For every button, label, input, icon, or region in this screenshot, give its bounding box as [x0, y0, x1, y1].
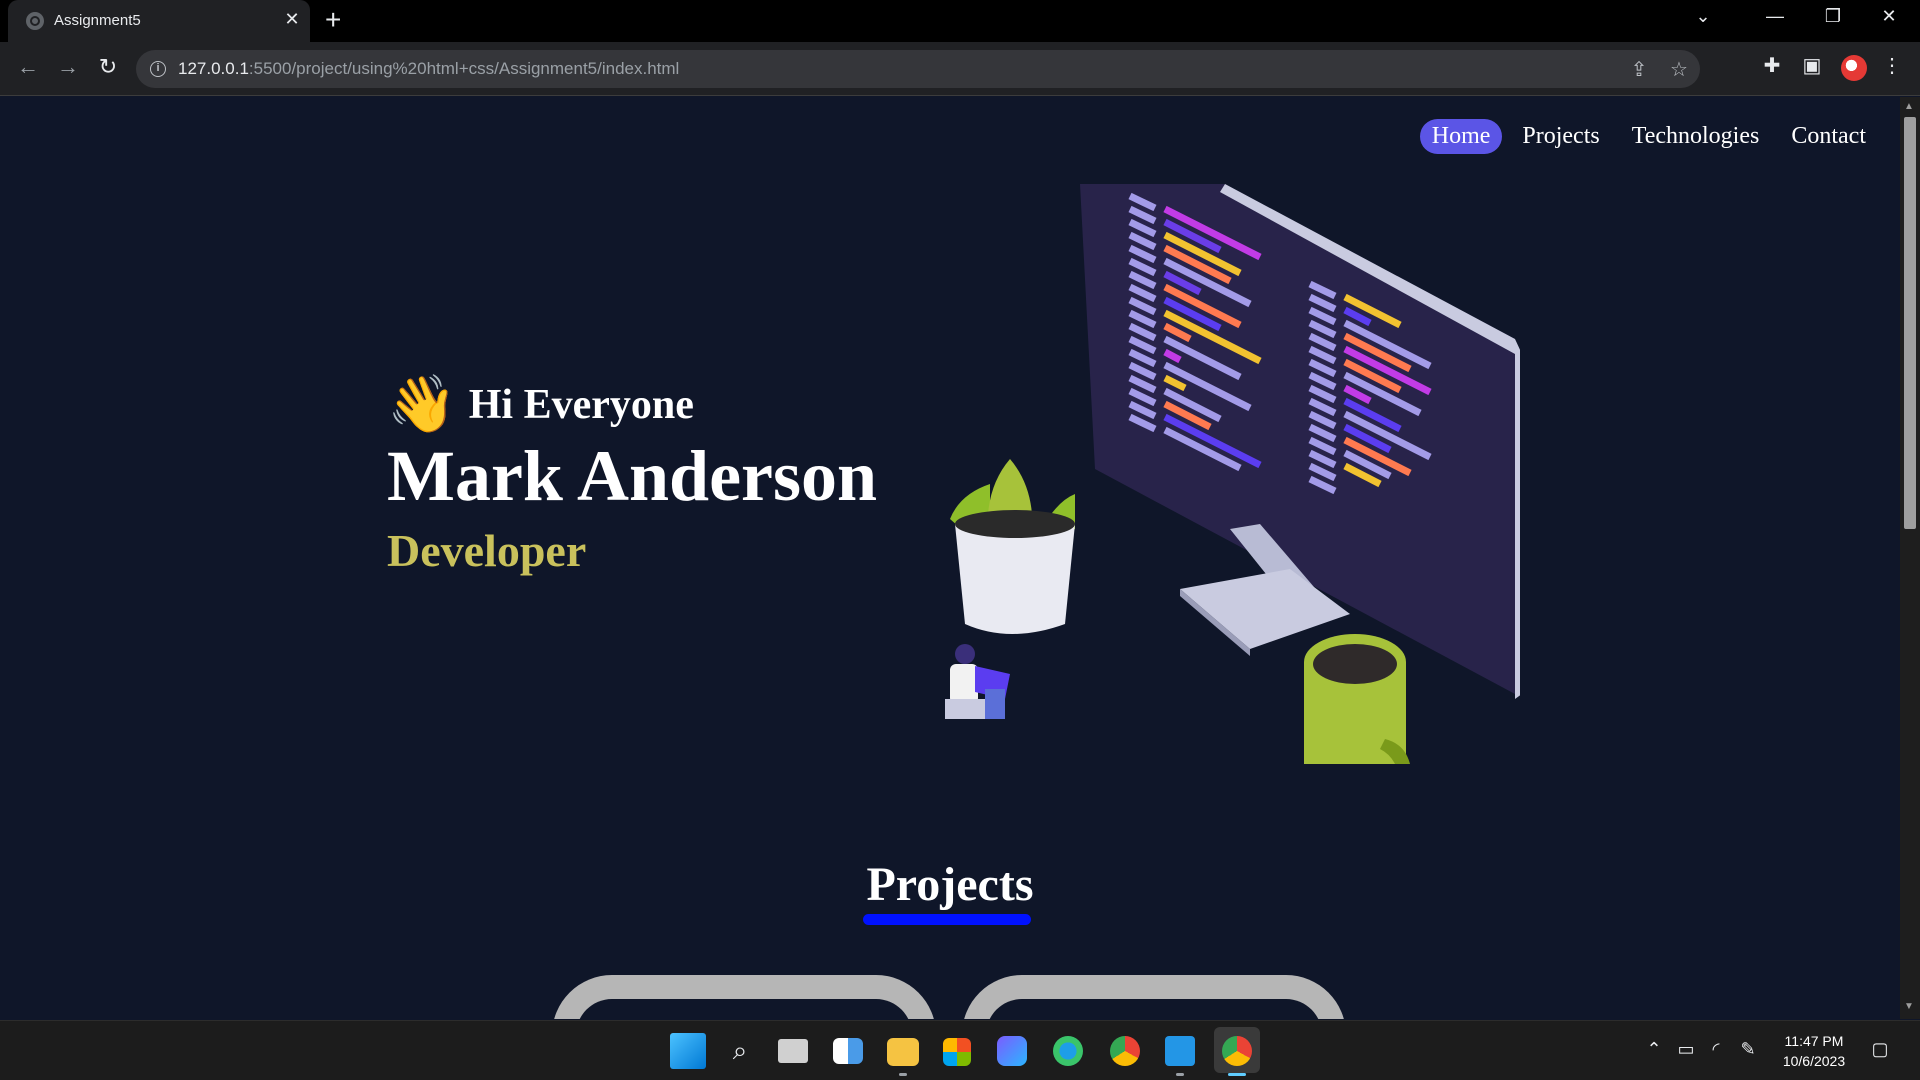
widgets-icon[interactable]	[833, 1038, 863, 1064]
hero-name: Mark Anderson	[387, 436, 878, 516]
battery-icon[interactable]: ▭	[1674, 1039, 1698, 1060]
developer-illustration	[945, 184, 1520, 764]
active-indicator	[1228, 1073, 1246, 1076]
nav-home[interactable]: Home	[1419, 119, 1503, 154]
menu-kebab-icon[interactable]: ⋮	[1878, 53, 1906, 78]
profile-avatar[interactable]	[1841, 55, 1867, 81]
page-scrollbar[interactable]: ▲ ▼	[1900, 97, 1920, 1019]
store-icon[interactable]	[943, 1038, 971, 1066]
new-tab-button[interactable]: +	[325, 4, 341, 36]
chrome-icon[interactable]	[1110, 1036, 1140, 1066]
wifi-icon[interactable]: ◜	[1704, 1039, 1728, 1060]
scroll-down-arrow[interactable]: ▼	[1904, 1001, 1914, 1012]
minimize-button[interactable]: —	[1752, 6, 1798, 27]
chevron-up-icon[interactable]: ⌃	[1642, 1039, 1666, 1060]
url-text[interactable]: 127.0.0.1:5500/project/using%20html+css/…	[178, 59, 679, 79]
greeting: 👋 Hi Everyone	[387, 377, 877, 433]
browser-toolbar: ← → ↻ i 127.0.0.1:5500/project/using%20h…	[0, 42, 1920, 96]
browser-tab-strip: Assignment5 ✕ + ⌄ — ❐ ✕	[0, 0, 1920, 42]
extensions-icon[interactable]: ✚	[1758, 53, 1786, 78]
pen-icon[interactable]: ✎	[1736, 1039, 1760, 1060]
projects-section-title: Projects	[866, 858, 1034, 911]
back-arrow-icon[interactable]: ←	[12, 54, 44, 80]
windows-start-icon[interactable]	[670, 1033, 706, 1069]
hero-text: 👋 Hi Everyone Mark Anderson Developer	[387, 377, 877, 577]
side-panel-icon[interactable]: ▣	[1798, 53, 1826, 78]
project-card[interactable]	[552, 975, 936, 1019]
hero-role: Developer	[387, 525, 587, 576]
page-viewport: Home Projects Technologies Contact 👋 Hi …	[0, 97, 1900, 1019]
browser-tab[interactable]: Assignment5 ✕	[8, 0, 310, 42]
close-window-button[interactable]: ✕	[1866, 6, 1912, 27]
search-icon[interactable]: ⌕	[728, 1035, 752, 1067]
running-indicator	[1176, 1073, 1184, 1076]
scroll-thumb[interactable]	[1904, 117, 1916, 529]
nav-contact[interactable]: Contact	[1779, 119, 1878, 154]
chrome-profile-icon[interactable]	[1222, 1036, 1252, 1066]
scroll-up-arrow[interactable]: ▲	[1904, 101, 1914, 112]
forward-arrow-icon[interactable]: →	[52, 54, 84, 80]
address-bar[interactable]: i 127.0.0.1:5500/project/using%20html+cs…	[136, 50, 1700, 88]
site-info-icon[interactable]: i	[150, 61, 166, 77]
edge-icon[interactable]	[1053, 1036, 1083, 1066]
copilot-icon[interactable]	[997, 1036, 1027, 1066]
site-navbar: Home Projects Technologies Contact	[1419, 119, 1878, 154]
globe-icon	[26, 12, 44, 30]
task-view-icon[interactable]	[778, 1039, 808, 1063]
notification-icon[interactable]: ▢	[1868, 1039, 1892, 1060]
reload-icon[interactable]: ↻	[92, 54, 124, 80]
restore-button[interactable]: ❐	[1810, 6, 1856, 27]
vscode-icon[interactable]	[1165, 1036, 1195, 1066]
clock-date: 10/6/2023	[1782, 1053, 1846, 1069]
title-underline	[863, 914, 1031, 925]
clock-time: 11:47 PM	[1784, 1033, 1844, 1049]
chevron-down-icon[interactable]: ⌄	[1680, 6, 1726, 27]
project-card[interactable]	[962, 975, 1346, 1019]
tab-close-button[interactable]: ✕	[280, 9, 304, 30]
windows-taskbar: ⌕ ⌃ ▭ ◜ ✎ 11:47 PM 10/6/2023 ▢	[0, 1020, 1920, 1080]
file-explorer-icon[interactable]	[887, 1038, 919, 1066]
waving-hand-icon: 👋	[387, 374, 457, 436]
running-indicator	[899, 1073, 907, 1076]
system-clock[interactable]: 11:47 PM 10/6/2023	[1770, 1031, 1858, 1071]
share-icon[interactable]: ⇪	[1626, 57, 1652, 82]
bookmark-star-icon[interactable]: ☆	[1666, 57, 1692, 82]
tab-title: Assignment5	[54, 12, 141, 29]
nav-technologies[interactable]: Technologies	[1620, 119, 1772, 154]
greeting-text: Hi Everyone	[468, 382, 694, 428]
nav-projects[interactable]: Projects	[1510, 119, 1611, 154]
